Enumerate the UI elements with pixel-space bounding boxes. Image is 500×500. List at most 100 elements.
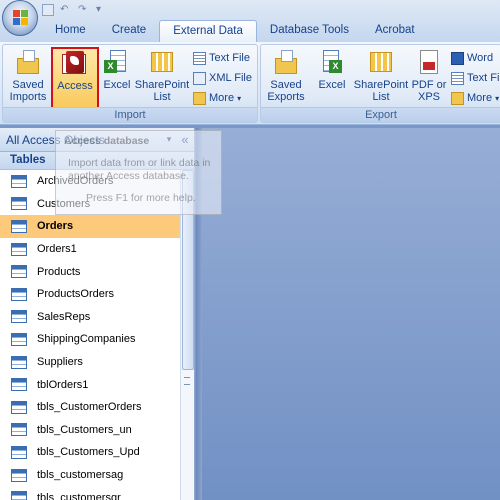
table-item[interactable]: Orders — [0, 215, 180, 238]
table-item-label: tbls_Customers_Upd — [37, 446, 140, 459]
tab-database-tools[interactable]: Database Tools — [257, 20, 362, 42]
title-bar: ↶ ↷ ▾ Home Create External Data Database… — [0, 0, 500, 42]
chevron-down-icon: ▾ — [237, 93, 242, 103]
xml-file-icon — [193, 71, 206, 85]
tooltip-body: Import data from or link data in another… — [68, 157, 211, 182]
table-item[interactable]: SalesReps — [0, 306, 180, 329]
text-file-export-button[interactable]: Text Fil — [451, 69, 500, 87]
excel-icon: X — [104, 50, 130, 76]
table-icon — [11, 423, 27, 437]
table-item[interactable]: tbls_customersgr — [0, 486, 180, 500]
table-item[interactable]: Orders1 — [0, 238, 180, 261]
sharepoint-list-export-icon — [368, 50, 394, 76]
excel-export-label: Excel — [318, 79, 346, 91]
table-icon — [11, 355, 27, 369]
more-export-button[interactable]: More ▾ — [451, 89, 499, 107]
table-icon — [11, 400, 27, 414]
table-item-label: Suppliers — [37, 356, 83, 369]
table-item-label: tbls_customersgr — [37, 491, 121, 500]
save-icon[interactable] — [42, 4, 54, 16]
access-label: Access — [57, 80, 93, 92]
export-group: Saved Exports X Excel SharePoint List PD… — [260, 44, 500, 123]
customize-qat-icon[interactable]: ▾ — [96, 4, 108, 16]
document-workspace — [196, 128, 500, 500]
pdf-icon — [416, 50, 442, 76]
tooltip-help: Press F1 for more help. — [86, 192, 196, 204]
table-item-label: ProductsOrders — [37, 288, 115, 301]
excel-import-button[interactable]: X Excel — [101, 48, 133, 106]
sharepoint-list-export-button[interactable]: SharePoint List — [353, 48, 409, 106]
table-icon — [11, 219, 27, 233]
tables-list: ArchivedOrdersCustomersOrdersOrders1Prod… — [0, 170, 180, 500]
scrollbar-grip-icon — [184, 377, 190, 385]
table-item-label: Orders1 — [37, 243, 77, 256]
access-import-button[interactable]: Access — [51, 47, 99, 111]
word-export-button[interactable]: Word — [451, 49, 493, 67]
pdf-or-xps-label: PDF or XPS — [411, 79, 447, 103]
table-item-label: tbls_Customers_un — [37, 423, 132, 436]
table-item[interactable]: Suppliers — [0, 351, 180, 374]
text-file-label: Text File — [209, 52, 250, 64]
more-import-button[interactable]: More ▾ — [193, 89, 241, 107]
more-export-label: More — [467, 92, 493, 104]
table-item[interactable]: Products — [0, 260, 180, 283]
sharepoint-list-import-button[interactable]: SharePoint List — [134, 48, 190, 106]
tab-create[interactable]: Create — [99, 20, 160, 42]
table-item[interactable]: ProductsOrders — [0, 283, 180, 306]
word-icon — [451, 51, 464, 65]
text-file-export-icon — [451, 71, 464, 85]
table-item-label: Orders — [37, 220, 74, 233]
table-item-label: Products — [37, 265, 81, 278]
xml-file-import-button[interactable]: XML File — [193, 69, 252, 87]
chevron-down-icon: ▾ — [495, 93, 500, 103]
sharepoint-list-label: SharePoint List — [134, 79, 190, 103]
import-group: Saved Imports Access X Excel SharePoint … — [2, 44, 258, 123]
table-icon — [11, 174, 27, 188]
tooltip-title: Access database — [64, 135, 150, 147]
table-icon — [11, 242, 27, 256]
table-icon — [11, 332, 27, 346]
saved-imports-button[interactable]: Saved Imports — [6, 48, 50, 106]
table-item[interactable]: ShippingCompanies — [0, 328, 180, 351]
text-file-export-label: Text Fil — [467, 72, 500, 84]
table-icon — [11, 378, 27, 392]
table-item-label: tbls_CustomerOrders — [37, 401, 142, 414]
sharepoint-list-icon — [149, 50, 175, 76]
more-import-icon — [193, 91, 206, 105]
tab-home[interactable]: Home — [42, 20, 99, 42]
table-item[interactable]: tbls_CustomerOrders — [0, 396, 180, 419]
more-import-label: More — [209, 92, 235, 104]
saved-exports-icon — [273, 50, 299, 76]
table-item[interactable]: tbls_customersag — [0, 464, 180, 487]
pdf-or-xps-button[interactable]: PDF or XPS — [411, 48, 447, 106]
office-logo-icon — [13, 10, 29, 26]
export-group-label: Export — [261, 107, 500, 122]
excel-export-button[interactable]: X Excel — [316, 48, 348, 106]
saved-exports-button[interactable]: Saved Exports — [264, 48, 308, 106]
table-item[interactable]: tbls_Customers_Upd — [0, 441, 180, 464]
tab-acrobat[interactable]: Acrobat — [362, 20, 428, 42]
ribbon-tabs: Home Create External Data Database Tools… — [42, 20, 428, 42]
word-label: Word — [467, 52, 494, 64]
ribbon: Saved Imports Access X Excel SharePoint … — [0, 42, 500, 125]
quick-access-toolbar: ↶ ↷ ▾ — [42, 2, 108, 18]
saved-imports-icon — [15, 50, 41, 76]
tab-external-data[interactable]: External Data — [159, 20, 257, 42]
import-group-label: Import — [3, 107, 257, 122]
text-file-import-button[interactable]: Text File — [193, 49, 250, 67]
office-button[interactable] — [2, 0, 38, 36]
redo-icon[interactable]: ↷ — [78, 4, 90, 16]
table-item[interactable]: tbls_Customers_un — [0, 419, 180, 442]
xml-file-label: XML File — [209, 72, 252, 84]
text-file-icon — [193, 51, 206, 65]
table-icon — [11, 287, 27, 301]
sharepoint-list-export-label: SharePoint List — [353, 79, 409, 103]
excel-export-icon: X — [319, 50, 345, 76]
table-item[interactable]: tblOrders1 — [0, 373, 180, 396]
undo-icon[interactable]: ↶ — [60, 4, 72, 16]
access-import-tooltip: Access database Import data from or link… — [55, 130, 222, 215]
navigation-scrollbar[interactable] — [180, 170, 194, 500]
table-item-label: tbls_customersag — [37, 469, 124, 482]
table-icon — [11, 468, 27, 482]
saved-exports-label: Saved Exports — [267, 79, 305, 103]
